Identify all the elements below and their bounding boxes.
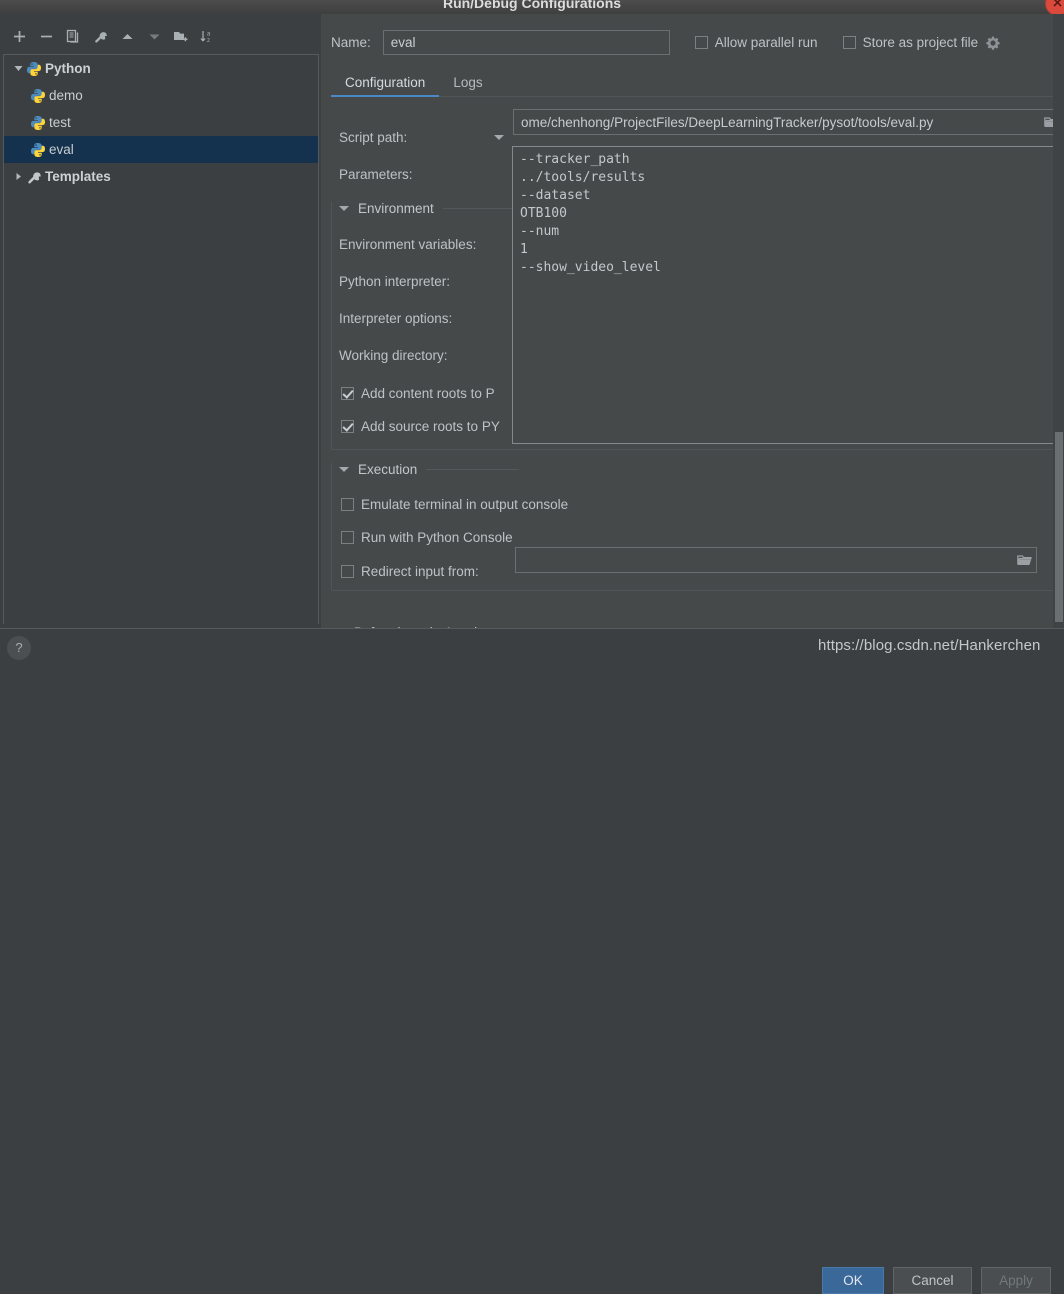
add-content-roots-checkbox[interactable]: Add content roots to P bbox=[341, 386, 495, 401]
add-source-roots-checkbox[interactable]: Add source roots to PY bbox=[341, 419, 500, 434]
name-input[interactable] bbox=[382, 30, 670, 55]
gear-icon[interactable] bbox=[986, 36, 1000, 50]
chevron-down-icon[interactable] bbox=[339, 467, 349, 472]
run-debug-configurations-dialog: Run/Debug Configurations a z Python demo… bbox=[0, 0, 1064, 1294]
configurations-tree[interactable]: Python demo test eval Templates bbox=[3, 54, 319, 624]
chevron-down-icon[interactable] bbox=[494, 134, 504, 140]
redirect-input-from-label: Redirect input from: bbox=[361, 564, 479, 579]
python-interpreter-row: Python interpreter: bbox=[339, 270, 450, 292]
expand-arrow-down-icon[interactable] bbox=[10, 61, 26, 77]
wrench-icon[interactable] bbox=[89, 25, 111, 47]
parameters-row: Parameters: bbox=[339, 163, 413, 185]
execution-section-header[interactable]: Execution bbox=[339, 462, 519, 477]
checkbox-box[interactable] bbox=[341, 565, 354, 578]
allow-parallel-run-label: Allow parallel run bbox=[714, 35, 818, 50]
environment-section-header[interactable]: Environment bbox=[339, 201, 519, 216]
python-icon bbox=[26, 61, 42, 77]
add-content-roots-label: Add content roots to P bbox=[361, 386, 495, 401]
watermark-text: https://blog.csdn.net/Hankerchen bbox=[818, 637, 1041, 654]
script-path-field[interactable]: ome/chenhong/ProjectFiles/DeepLearningTr… bbox=[513, 109, 1064, 135]
run-with-python-console-checkbox[interactable]: Run with Python Console bbox=[341, 530, 513, 545]
working-directory-label: Working directory: bbox=[339, 347, 448, 363]
python-interpreter-label: Python interpreter: bbox=[339, 273, 451, 289]
parameters-value: --tracker_path ../tools/results --datase… bbox=[520, 152, 661, 275]
interpreter-options-label: Interpreter options: bbox=[339, 310, 453, 326]
tree-node-label: eval bbox=[49, 142, 74, 157]
parameters-label: Parameters: bbox=[339, 166, 413, 182]
tree-node-python[interactable]: Python bbox=[4, 55, 318, 82]
configurations-tree-panel: a z Python demo test eval Templates bbox=[0, 14, 321, 628]
checkbox-box[interactable] bbox=[694, 36, 708, 49]
execution-section-label: Execution bbox=[358, 462, 418, 477]
tree-node-demo[interactable]: demo bbox=[4, 82, 318, 109]
working-directory-row: Working directory: bbox=[339, 344, 448, 366]
apply-button[interactable]: Apply bbox=[981, 1267, 1051, 1294]
folder-icon[interactable] bbox=[1012, 554, 1036, 567]
tree-node-templates[interactable]: Templates bbox=[4, 163, 318, 190]
add-icon[interactable] bbox=[8, 25, 30, 47]
move-up-icon[interactable] bbox=[116, 25, 138, 47]
checkbox-box[interactable] bbox=[341, 498, 354, 511]
title-bar: Run/Debug Configurations bbox=[0, 0, 1064, 14]
store-as-project-file-label: Store as project file bbox=[862, 35, 979, 50]
redirect-input-field[interactable] bbox=[515, 547, 1037, 573]
remove-icon[interactable] bbox=[35, 25, 57, 47]
checkbox-box[interactable] bbox=[341, 420, 354, 433]
emulate-terminal-label: Emulate terminal in output console bbox=[361, 497, 569, 512]
environment-variables-row: Environment variables: bbox=[339, 233, 476, 255]
script-path-value[interactable]: ome/chenhong/ProjectFiles/DeepLearningTr… bbox=[514, 115, 1039, 130]
sort-alphabetically-icon[interactable]: a z bbox=[197, 25, 219, 47]
python-icon bbox=[30, 115, 46, 131]
tree-node-label: demo bbox=[49, 88, 83, 103]
checkbox-box[interactable] bbox=[341, 387, 354, 400]
help-button[interactable]: ? bbox=[7, 636, 31, 660]
tree-node-eval[interactable]: eval bbox=[4, 136, 318, 163]
copy-icon[interactable] bbox=[62, 25, 84, 47]
python-icon bbox=[30, 88, 46, 104]
script-path-row: Script path: bbox=[339, 126, 504, 148]
allow-parallel-run-checkbox[interactable]: Allow parallel run bbox=[694, 35, 818, 50]
tree-node-test[interactable]: test bbox=[4, 109, 318, 136]
parameters-textarea[interactable]: --tracker_path ../tools/results --datase… bbox=[512, 146, 1064, 444]
svg-text:z: z bbox=[207, 38, 210, 44]
svg-text:a: a bbox=[207, 31, 211, 37]
checkbox-box[interactable] bbox=[842, 36, 856, 49]
vertical-scrollbar[interactable] bbox=[1053, 14, 1064, 628]
tree-node-label: Templates bbox=[45, 169, 111, 184]
checkbox-box[interactable] bbox=[341, 531, 354, 544]
expand-arrow-right-icon[interactable] bbox=[10, 169, 26, 185]
editor-tabs: Configuration Logs bbox=[331, 68, 1064, 97]
section-divider bbox=[426, 469, 519, 470]
python-icon bbox=[30, 142, 46, 158]
environment-variables-label: Environment variables: bbox=[339, 236, 477, 252]
tree-node-label: test bbox=[49, 115, 71, 130]
redirect-input-from-checkbox[interactable]: Redirect input from: bbox=[341, 564, 479, 579]
interpreter-options-row: Interpreter options: bbox=[339, 307, 452, 329]
section-divider bbox=[442, 208, 519, 209]
move-down-icon[interactable] bbox=[143, 25, 165, 47]
window-title: Run/Debug Configurations bbox=[442, 0, 622, 11]
name-label: Name: bbox=[331, 35, 371, 50]
add-source-roots-label: Add source roots to PY bbox=[361, 419, 500, 434]
new-folder-icon[interactable] bbox=[170, 25, 192, 47]
script-path-label: Script path: bbox=[339, 129, 408, 145]
store-as-project-file-checkbox[interactable]: Store as project file bbox=[842, 35, 1001, 50]
wrench-icon bbox=[26, 169, 42, 185]
tree-node-label: Python bbox=[45, 61, 91, 76]
ok-button[interactable]: OK bbox=[822, 1267, 884, 1294]
environment-section-label: Environment bbox=[358, 201, 434, 216]
chevron-down-icon[interactable] bbox=[339, 206, 349, 211]
name-row: Name: Allow parallel run Store as projec… bbox=[331, 30, 1064, 55]
tab-logs[interactable]: Logs bbox=[439, 75, 496, 96]
tab-configuration[interactable]: Configuration bbox=[331, 75, 440, 97]
cancel-button[interactable]: Cancel bbox=[893, 1267, 972, 1294]
run-with-python-console-label: Run with Python Console bbox=[361, 530, 513, 545]
scrollbar-thumb[interactable] bbox=[1055, 432, 1063, 622]
emulate-terminal-checkbox[interactable]: Emulate terminal in output console bbox=[341, 497, 568, 512]
tree-toolbar: a z bbox=[0, 22, 321, 50]
